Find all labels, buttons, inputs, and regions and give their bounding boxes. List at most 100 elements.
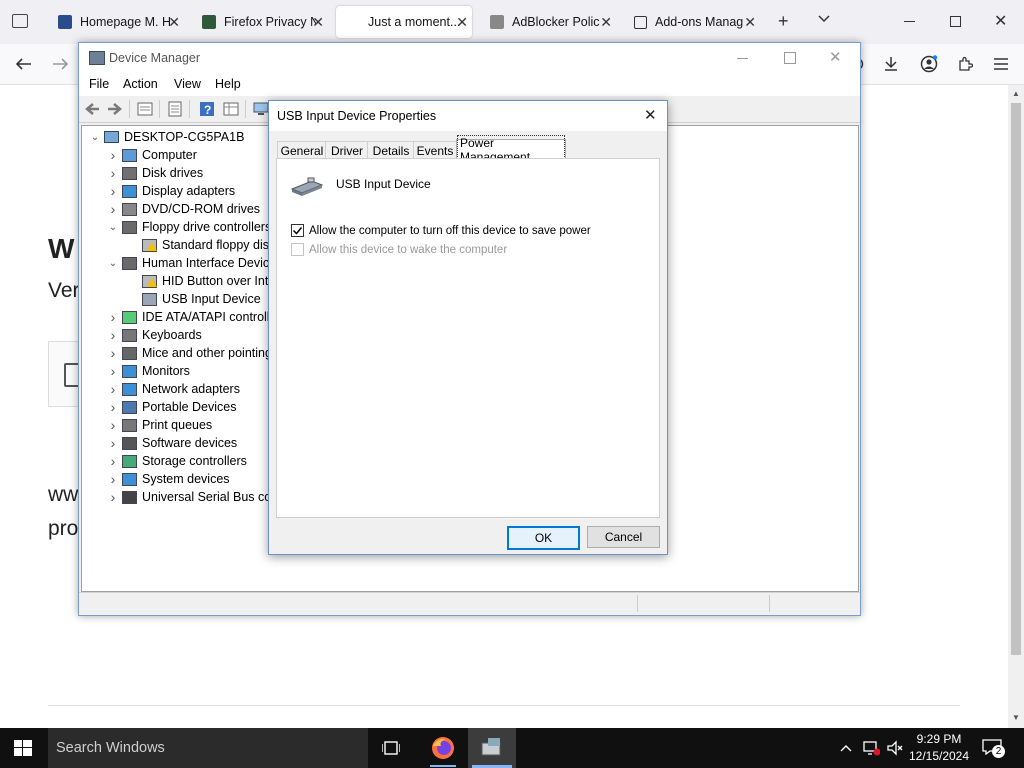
device-manager-taskbar-button[interactable]	[468, 728, 516, 768]
close-tab-icon[interactable]: ✕	[168, 14, 180, 31]
chevron-right-icon[interactable]: ›	[106, 363, 120, 379]
close-window-button[interactable]: ✕	[994, 11, 1007, 31]
browser-tab[interactable]: Firefox Privacy N ✕	[192, 6, 328, 38]
taskbar-search[interactable]: Search Windows	[48, 728, 368, 768]
dialog-close-button[interactable]: ✕	[644, 106, 657, 124]
chevron-down-icon[interactable]: ⌄	[106, 222, 120, 233]
page-scrollbar[interactable]: ▲ ▼	[1008, 85, 1024, 728]
tree-category[interactable]: › Print queues	[106, 416, 213, 434]
start-button[interactable]	[14, 740, 32, 756]
chevron-right-icon[interactable]: ›	[106, 183, 120, 199]
show-hidden-icons-button[interactable]	[840, 742, 852, 756]
minimize-button[interactable]	[904, 21, 915, 22]
browser-tab[interactable]: Just a moment... ✕	[336, 6, 472, 38]
tree-category[interactable]: › IDE ATA/ATAPI controlle	[106, 308, 277, 326]
close-tab-icon[interactable]: ✕	[744, 14, 756, 31]
chevron-right-icon[interactable]: ›	[106, 489, 120, 505]
tree-category[interactable]: › Network adapters	[106, 380, 240, 398]
chevron-right-icon[interactable]: ›	[106, 147, 120, 163]
tree-category[interactable]: › Monitors	[106, 362, 190, 380]
tree-category[interactable]: › Software devices	[106, 434, 238, 452]
network-icon[interactable]	[862, 740, 881, 759]
menu-action[interactable]: Action	[123, 77, 158, 91]
close-tab-icon[interactable]: ✕	[456, 14, 468, 31]
menu-help[interactable]: Help	[215, 77, 241, 91]
tree-category[interactable]: ⌄ Floppy drive controllers	[106, 218, 271, 236]
scroll-up-arrow-icon[interactable]: ▲	[1012, 89, 1020, 98]
properties-sheet-icon[interactable]	[137, 101, 153, 117]
tree-category[interactable]: › Portable Devices	[106, 398, 237, 416]
tab-details[interactable]: Details	[367, 141, 415, 159]
allow-turn-off-checkbox[interactable]	[291, 224, 304, 237]
restore-button[interactable]	[950, 16, 961, 27]
chevron-right-icon[interactable]: ›	[106, 471, 120, 487]
cancel-button[interactable]: Cancel	[587, 526, 660, 548]
tree-category[interactable]: › Universal Serial Bus cont	[106, 488, 282, 506]
browser-tab[interactable]: Add-ons Manag ✕	[624, 6, 760, 38]
notification-center-button[interactable]: 2	[982, 739, 1006, 759]
browser-tab[interactable]: AdBlocker Polic ✕	[480, 6, 616, 38]
firefox-taskbar-button[interactable]	[422, 728, 464, 768]
resources-view-icon[interactable]	[223, 101, 239, 117]
tab-general[interactable]: General	[277, 141, 327, 159]
tree-category[interactable]: › Computer	[106, 146, 197, 164]
tab-driver[interactable]: Driver	[325, 141, 369, 159]
tree-category[interactable]: › Storage controllers	[106, 452, 247, 470]
tree-category[interactable]: › Mice and other pointing	[106, 344, 272, 362]
list-view-icon[interactable]	[167, 101, 183, 117]
tree-category[interactable]: › Disk drives	[106, 164, 203, 182]
forward-arrow-icon[interactable]	[107, 101, 123, 117]
chevron-right-icon[interactable]: ›	[106, 381, 120, 397]
tree-device[interactable]: USB Input Device	[126, 290, 261, 308]
chevron-right-icon[interactable]: ›	[106, 417, 120, 433]
tree-device[interactable]: Standard floppy disk	[126, 236, 275, 254]
scan-hardware-icon[interactable]	[253, 101, 269, 117]
list-all-tabs-button[interactable]	[818, 13, 830, 25]
dm-maximize-button[interactable]	[784, 52, 796, 64]
chevron-right-icon[interactable]: ›	[106, 435, 120, 451]
forward-button[interactable]	[50, 53, 72, 75]
allow-turn-off-option[interactable]: Allow the computer to turn off this devi…	[291, 224, 591, 237]
tree-category[interactable]: › System devices	[106, 470, 230, 488]
menu-view[interactable]: View	[174, 77, 201, 91]
chevron-right-icon[interactable]: ›	[106, 309, 120, 325]
chevron-right-icon[interactable]: ›	[106, 201, 120, 217]
tab-events[interactable]: Events	[413, 141, 457, 159]
menu-file[interactable]: File	[89, 77, 109, 91]
tree-category[interactable]: ⌄ Human Interface Device	[106, 254, 276, 272]
tree-category[interactable]: › DVD/CD-ROM drives	[106, 200, 260, 218]
help-icon[interactable]: ?	[199, 101, 215, 117]
task-view-button[interactable]	[381, 740, 401, 756]
tree-category[interactable]: › Keyboards	[106, 326, 202, 344]
scroll-thumb[interactable]	[1011, 103, 1021, 655]
tree-root[interactable]: ⌄ DESKTOP-CG5PA1B	[88, 128, 245, 146]
browser-tab[interactable]: Homepage M. H ✕	[48, 6, 184, 38]
chevron-right-icon[interactable]: ›	[106, 399, 120, 415]
scroll-down-arrow-icon[interactable]: ▼	[1012, 713, 1020, 722]
chevron-right-icon[interactable]: ›	[106, 453, 120, 469]
dm-close-button[interactable]: ✕	[829, 48, 842, 66]
extensions-button[interactable]	[954, 53, 976, 75]
tree-category[interactable]: › Display adapters	[106, 182, 235, 200]
dm-minimize-button[interactable]	[737, 58, 748, 59]
tree-device[interactable]: HID Button over Inte	[126, 272, 275, 290]
back-button[interactable]	[12, 53, 34, 75]
ok-button[interactable]: OK	[507, 526, 580, 550]
chevron-right-icon[interactable]: ›	[106, 165, 120, 181]
clock-time[interactable]: 9:29 PM	[916, 732, 962, 746]
downloads-button[interactable]	[880, 53, 902, 75]
tab-power-management[interactable]: Power Management	[456, 134, 566, 165]
chevron-right-icon[interactable]: ›	[106, 345, 120, 361]
firefox-view-icon[interactable]	[12, 14, 28, 28]
back-arrow-icon[interactable]	[84, 101, 100, 117]
app-menu-button[interactable]	[990, 53, 1012, 75]
close-tab-icon[interactable]: ✕	[600, 14, 612, 31]
new-tab-button[interactable]: +	[778, 11, 789, 32]
account-button[interactable]	[918, 53, 940, 75]
volume-muted-icon[interactable]	[886, 740, 904, 759]
chevron-down-icon[interactable]: ⌄	[106, 258, 120, 269]
chevron-down-icon[interactable]: ⌄	[88, 132, 102, 143]
dialog-titlebar[interactable]: USB Input Device Properties ✕	[269, 101, 667, 131]
device-manager-titlebar[interactable]: Device Manager ✕	[79, 43, 860, 74]
chevron-right-icon[interactable]: ›	[106, 327, 120, 343]
